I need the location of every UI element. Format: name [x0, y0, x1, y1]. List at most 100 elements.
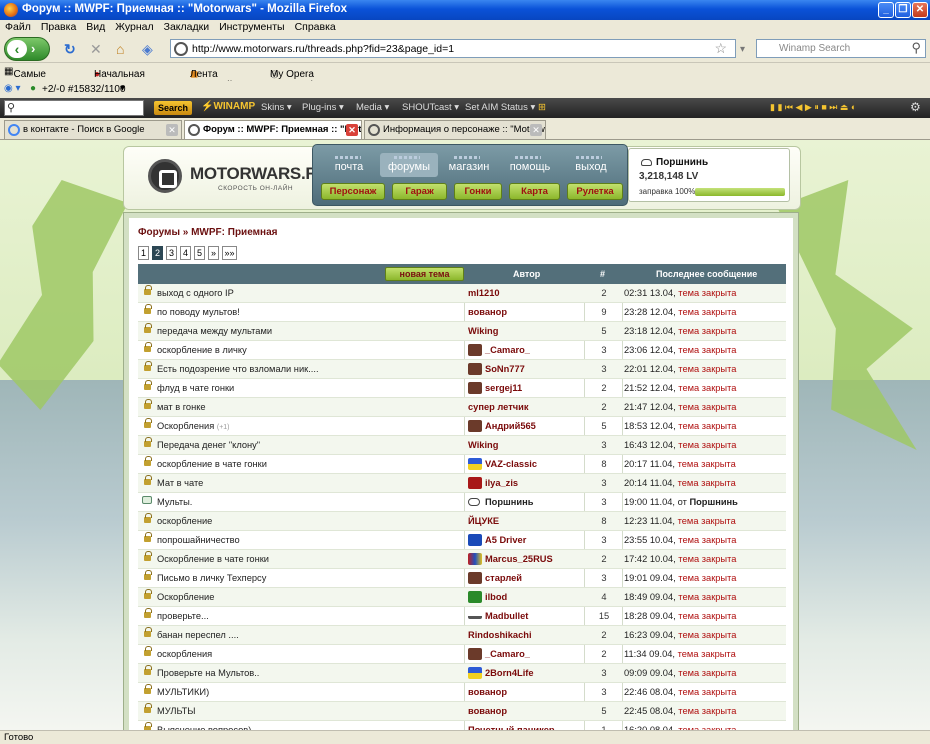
table-row[interactable]: проверьте... Madbullet 15 18:28 09.04, тема…	[138, 607, 786, 626]
subnav-character[interactable]: Персонаж	[321, 183, 385, 200]
topic-title[interactable]: оскорбление в чате гонки	[157, 459, 267, 469]
topic-author[interactable]: Wiking	[468, 440, 498, 450]
topic-title[interactable]: банан переспел ....	[157, 630, 239, 640]
topic-title[interactable]: выход с одного IP	[157, 288, 234, 298]
topic-author[interactable]: Поршнинь	[485, 497, 533, 507]
addon-icon[interactable]: ◈	[142, 38, 153, 60]
table-row[interactable]: Оскорбления (+1) Андрий565 5 18:53 12.04, т…	[138, 417, 786, 436]
topic-title[interactable]: МУЛЬТИКИ)	[157, 687, 209, 697]
topic-title[interactable]: Оскорбление в чате гонки	[157, 554, 269, 564]
topic-author[interactable]: SoNn777	[485, 364, 525, 374]
topic-status[interactable]: тема закрыта	[678, 402, 736, 412]
topic-author[interactable]: супер летчик	[468, 402, 529, 412]
topic-status[interactable]: тема закрыта	[678, 592, 736, 602]
page-2[interactable]: 2	[152, 246, 163, 260]
topic-author[interactable]: ml1210	[468, 288, 500, 298]
nav-shop[interactable]: магазин	[440, 153, 498, 177]
topic-author[interactable]: sergej11	[485, 383, 522, 393]
topic-status[interactable]: тема закрыта	[678, 554, 736, 564]
topic-status[interactable]: тема закрыта	[678, 383, 736, 393]
topic-title[interactable]: Оскорбления (+1)	[157, 421, 230, 431]
nav-forums[interactable]: форумы	[380, 153, 438, 177]
table-row[interactable]: Мат в чате ilya_zis 3 20:14 11.04, тема зак…	[138, 474, 786, 493]
menu-edit[interactable]: Правка	[36, 20, 81, 33]
topic-author[interactable]: вованор	[468, 706, 507, 716]
reload-icon[interactable]: ↻	[64, 38, 76, 60]
bookmark-most-visited[interactable]: ▦ Самые популярные	[4, 66, 70, 91]
back-forward-buttons[interactable]: ‹ ›	[4, 37, 50, 61]
topic-author[interactable]: Андрий565	[485, 421, 536, 431]
topic-status[interactable]: тема закрыта	[678, 364, 736, 374]
topic-status[interactable]: тема закрыта	[678, 611, 736, 621]
topic-title[interactable]: оскорбление в личку	[157, 345, 247, 355]
topic-author[interactable]: Marcus_25RUS	[485, 554, 553, 564]
topic-status[interactable]: тема закрыта	[678, 706, 736, 716]
topic-status[interactable]: тема закрыта	[678, 573, 736, 583]
topic-title[interactable]: оскорбление	[157, 516, 212, 526]
winamp-controls[interactable]: ▮ ▮ ⏮ ◀ ▶ ⏸ ■ ⏭ ⏏ ◐	[770, 102, 856, 113]
close-icon[interactable]: ✕	[346, 124, 358, 136]
topic-author[interactable]: ilbod	[485, 592, 507, 602]
forward-icon[interactable]: ›	[31, 41, 35, 56]
page-1[interactable]: 1	[138, 246, 149, 260]
topic-status[interactable]: тема закрыта	[678, 535, 736, 545]
winamp-menu-plugins[interactable]: Plug-ins ▾	[302, 102, 344, 113]
topic-author[interactable]: Wiking	[468, 326, 498, 336]
topic-title[interactable]: передача между мультами	[157, 326, 272, 336]
menu-help[interactable]: Справка	[290, 20, 341, 33]
table-row[interactable]: мат в гонке супер летчик 2 21:47 12.04, тем…	[138, 398, 786, 417]
nav-mail[interactable]: почта	[321, 153, 377, 177]
subnav-map[interactable]: Карта	[509, 183, 560, 200]
winamp-menu-aim[interactable]: Set AIM Status ▾	[465, 102, 535, 113]
add-icon[interactable]: ⊞	[538, 102, 546, 113]
user-name[interactable]: Поршнинь	[656, 157, 708, 168]
topic-author[interactable]: ilya_zis	[485, 478, 518, 488]
close-icon[interactable]: ✕	[166, 124, 178, 136]
topic-title[interactable]: по поводу мультов!	[157, 307, 240, 317]
table-row[interactable]: передача между мультами Wiking 5 23:18 12.0…	[138, 322, 786, 341]
table-row[interactable]: флуд в чате гонки sergej11 2 21:52 12.04, т…	[138, 379, 786, 398]
subnav-garage[interactable]: Гараж	[392, 183, 447, 200]
tab-forum[interactable]: Форум :: MWPF: Приемная :: "Mot... ✕	[184, 120, 362, 139]
nav-help[interactable]: помощь	[501, 153, 559, 177]
addon-dropdown-icon[interactable]: ▾	[120, 83, 125, 94]
topic-title[interactable]: мат в гонке	[157, 402, 206, 412]
table-row[interactable]: Оскорбление в чате гонки Marcus_25RUS 2 17:…	[138, 550, 786, 569]
menu-history[interactable]: Журнал	[110, 20, 158, 33]
topic-author[interactable]: Madbullet	[485, 611, 528, 621]
topic-status[interactable]: тема закрыта	[678, 459, 736, 469]
table-row[interactable]: Есть подозрение что взломали ник.... SoNn…	[138, 360, 786, 379]
topic-status[interactable]: тема закрыта	[678, 345, 736, 355]
winamp-menu-skins[interactable]: Skins ▾	[261, 102, 292, 113]
new-topic-button[interactable]: новая тема	[385, 267, 464, 281]
tab-character[interactable]: Информация о персонаже :: "Motorw... ✕	[364, 120, 546, 139]
table-row[interactable]: оскорбления _Camaro_ 2 11:34 09.04, тема за…	[138, 645, 786, 664]
winamp-menu-shoutcast[interactable]: SHOUTcast ▾	[402, 102, 459, 113]
subnav-roulette[interactable]: Рулетка	[567, 183, 623, 200]
topic-title[interactable]: Оскорбление	[157, 592, 214, 602]
table-row[interactable]: попрошайничество A5 Driver 3 23:55 10.04, т…	[138, 531, 786, 550]
close-icon[interactable]: ✕	[530, 124, 542, 136]
topic-title[interactable]: Проверьте на Мультов..	[157, 668, 259, 678]
topic-author[interactable]: 2Born4Life	[485, 668, 534, 678]
bookmark-star-icon[interactable]: ☆	[714, 40, 727, 57]
last-post-user[interactable]: Поршнинь	[689, 497, 737, 507]
search-engine-icon[interactable]: ▾	[740, 38, 745, 60]
topic-title[interactable]: Мульты.	[157, 497, 192, 507]
topic-status[interactable]: тема закрыта	[678, 326, 736, 336]
topic-status[interactable]: тема закрыта	[678, 668, 736, 678]
page-next[interactable]: »	[208, 246, 219, 260]
table-row[interactable]: оскорбление в чате гонки VAZ-classic 8 20:1…	[138, 455, 786, 474]
url-bar[interactable]: http://www.motorwars.ru/threads.php?fid=…	[170, 39, 736, 58]
table-row[interactable]: Мульты. Поршнинь 3 19:00 11.04, от Поршнинь	[138, 493, 786, 512]
topic-title[interactable]: оскорбления	[157, 649, 212, 659]
topic-title[interactable]: флуд в чате гонки	[157, 383, 234, 393]
topic-author[interactable]: вованор	[468, 307, 507, 317]
search-icon[interactable]: ⚲	[911, 40, 921, 56]
topic-title[interactable]: Мат в чате	[157, 478, 203, 488]
topic-author[interactable]: Rindoshikachi	[468, 630, 532, 640]
topic-status[interactable]: тема закрыта	[678, 630, 736, 640]
topic-status[interactable]: тема закрыта	[678, 307, 736, 317]
winamp-search-button[interactable]: Search	[154, 101, 192, 115]
page-3[interactable]: 3	[166, 246, 177, 260]
